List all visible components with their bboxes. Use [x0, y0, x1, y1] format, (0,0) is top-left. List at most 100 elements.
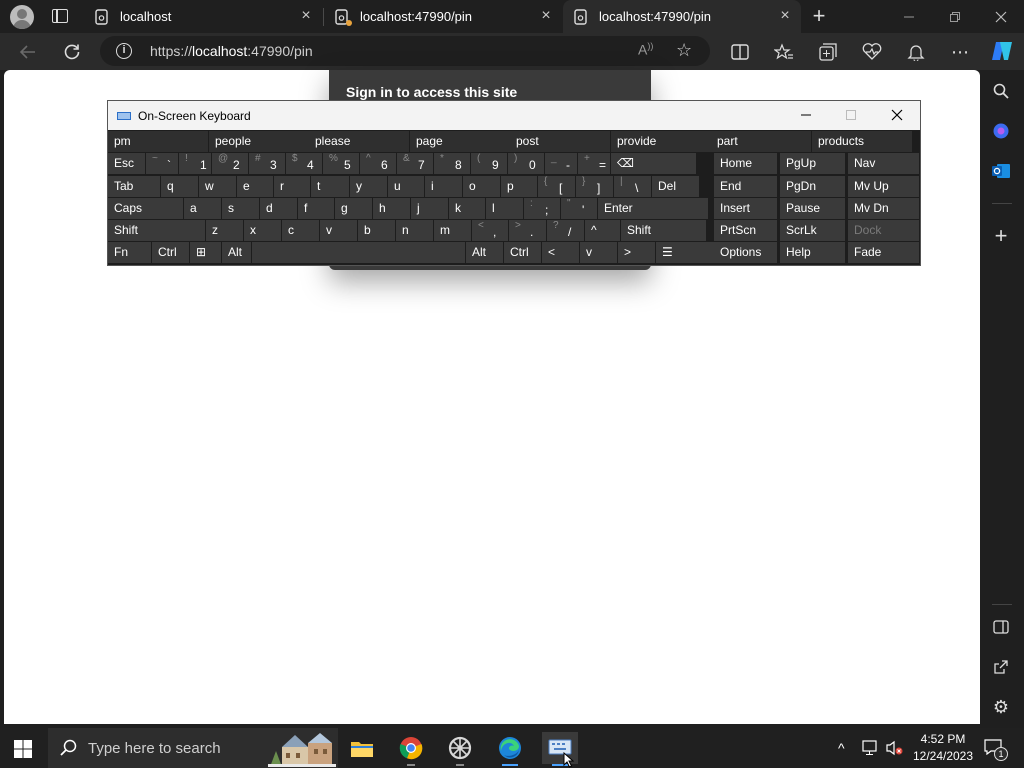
split-screen-icon[interactable]: [728, 40, 752, 64]
osk-minimize-button[interactable]: [798, 107, 814, 123]
key-m-4-7[interactable]: m: [434, 220, 471, 241]
performance-icon[interactable]: [860, 40, 884, 64]
copilot-icon[interactable]: [989, 38, 1015, 64]
key-b-4-5[interactable]: b: [358, 220, 395, 241]
osk-titlebar[interactable]: On-Screen Keyboard: [108, 101, 920, 130]
taskbar-search-box[interactable]: Type here to search: [48, 728, 338, 768]
key--1-14[interactable]: ⌫: [611, 153, 696, 174]
key-Alt-5-3[interactable]: Alt: [222, 242, 251, 263]
key-z-4-1[interactable]: z: [206, 220, 243, 241]
key-Ctrl-5-1[interactable]: Ctrl: [152, 242, 189, 263]
key-home[interactable]: Home: [714, 153, 777, 174]
tab-1[interactable]: localhost ×: [84, 0, 322, 33]
key-x-4-2[interactable]: x: [244, 220, 281, 241]
key-Shift-4-0[interactable]: Shift: [108, 220, 205, 241]
close-tab-icon[interactable]: ×: [538, 8, 554, 24]
key-pgdn[interactable]: PgDn: [780, 176, 845, 197]
tab-2[interactable]: localhost:47990/pin ×: [324, 0, 562, 33]
key--2-11[interactable]: {[: [538, 176, 575, 197]
key--3-11[interactable]: " ': [561, 198, 597, 219]
address-bar[interactable]: i https://localhost:47990/pin A)) ☆: [100, 36, 710, 66]
key--5-10[interactable]: ☰: [656, 242, 719, 263]
close-window-button[interactable]: [978, 0, 1024, 33]
key-help[interactable]: Help: [780, 242, 845, 263]
key-Ctrl-5-6[interactable]: Ctrl: [504, 242, 541, 263]
key-Enter-3-12[interactable]: Enter: [598, 198, 708, 219]
key-pause[interactable]: Pause: [780, 198, 845, 219]
tab-3[interactable]: localhost:47990/pin ×: [563, 0, 801, 33]
profile-avatar[interactable]: [10, 5, 34, 29]
key-dock[interactable]: Dock: [848, 220, 919, 241]
restore-button[interactable]: [932, 0, 978, 33]
key-7-1-8[interactable]: & 7: [397, 153, 433, 174]
read-aloud-icon[interactable]: A)): [638, 41, 653, 58]
key-8-1-9[interactable]: * 8: [434, 153, 470, 174]
volume-muted-icon[interactable]: [885, 740, 905, 756]
osk-close-button[interactable]: [889, 107, 905, 123]
key-mv-up[interactable]: Mv Up: [848, 176, 919, 197]
key-9-1-10[interactable]: (9: [471, 153, 507, 174]
key-Alt-5-5[interactable]: Alt: [466, 242, 503, 263]
prediction-products[interactable]: products: [812, 131, 912, 152]
settings-gear-icon[interactable]: ⚙: [990, 696, 1012, 718]
tab-actions-icon[interactable]: [52, 9, 68, 23]
key-v-5-8[interactable]: v: [580, 242, 617, 263]
key-Tab-2-0[interactable]: Tab: [108, 176, 160, 197]
key-scrlk[interactable]: ScrLk: [780, 220, 845, 241]
favorites-icon[interactable]: [772, 40, 796, 64]
key-c-4-3[interactable]: c: [282, 220, 319, 241]
collections-icon[interactable]: [816, 40, 840, 64]
hide-sidebar-icon[interactable]: [990, 616, 1012, 638]
key-v-4-4[interactable]: v: [320, 220, 357, 241]
key-u-2-7[interactable]: u: [388, 176, 424, 197]
key-end[interactable]: End: [714, 176, 777, 197]
key-f-3-4[interactable]: f: [298, 198, 334, 219]
key--4-8[interactable]: <,: [472, 220, 508, 241]
add-sidebar-app-icon[interactable]: +: [990, 223, 1012, 248]
key-l-3-9[interactable]: l: [486, 198, 523, 219]
show-hidden-icons-icon[interactable]: ^: [838, 740, 845, 756]
key-insert[interactable]: Insert: [714, 198, 777, 219]
search-icon[interactable]: [990, 80, 1012, 102]
notifications-bell-icon[interactable]: [904, 40, 928, 64]
prediction-provide[interactable]: provide: [611, 131, 711, 152]
refresh-button[interactable]: [60, 40, 84, 64]
key-j-3-7[interactable]: j: [411, 198, 448, 219]
key-2-1-3[interactable]: @2: [212, 153, 248, 174]
notification-center-icon[interactable]: 1: [984, 739, 1008, 761]
key-s-3-2[interactable]: s: [222, 198, 259, 219]
key--4-9[interactable]: >.: [509, 220, 546, 241]
key--1-13[interactable]: + =: [578, 153, 610, 174]
chrome-icon[interactable]: [395, 732, 427, 766]
prediction-post[interactable]: post: [510, 131, 610, 152]
prediction-pm[interactable]: pm: [108, 131, 208, 152]
osk-maximize-button[interactable]: [843, 107, 859, 123]
key--2-13[interactable]: | \: [614, 176, 651, 197]
key-y-2-6[interactable]: y: [350, 176, 387, 197]
key--3-10[interactable]: :;: [524, 198, 560, 219]
key-Shift-4-12[interactable]: Shift: [621, 220, 706, 241]
key-nav[interactable]: Nav: [848, 153, 919, 174]
key-a-3-1[interactable]: a: [184, 198, 221, 219]
key-r-2-4[interactable]: r: [274, 176, 310, 197]
key-options[interactable]: Options: [714, 242, 777, 263]
network-icon[interactable]: [862, 740, 880, 756]
outlook-icon[interactable]: [990, 160, 1012, 182]
key--5-2[interactable]: ⊞: [190, 242, 221, 263]
system-clock[interactable]: 4:52 PM 12/24/2023: [908, 731, 978, 765]
key-fade[interactable]: Fade: [848, 242, 919, 263]
key--5-7[interactable]: <: [542, 242, 579, 263]
key--4-11[interactable]: ^: [585, 220, 620, 241]
prediction-please[interactable]: please: [309, 131, 409, 152]
key-0-1-11[interactable]: ) 0: [508, 153, 544, 174]
back-button[interactable]: [16, 40, 40, 64]
key--1-1[interactable]: ~ `: [146, 153, 178, 174]
key-Fn-5-0[interactable]: Fn: [108, 242, 151, 263]
key-6-1-7[interactable]: ^ 6: [360, 153, 396, 174]
key-space-5-4[interactable]: [252, 242, 465, 263]
copilot-sidebar-icon[interactable]: [990, 120, 1012, 142]
prediction-people[interactable]: people: [209, 131, 309, 152]
key-n-4-6[interactable]: n: [396, 220, 433, 241]
close-tab-icon[interactable]: ×: [298, 8, 314, 24]
close-tab-icon[interactable]: ×: [777, 8, 793, 24]
